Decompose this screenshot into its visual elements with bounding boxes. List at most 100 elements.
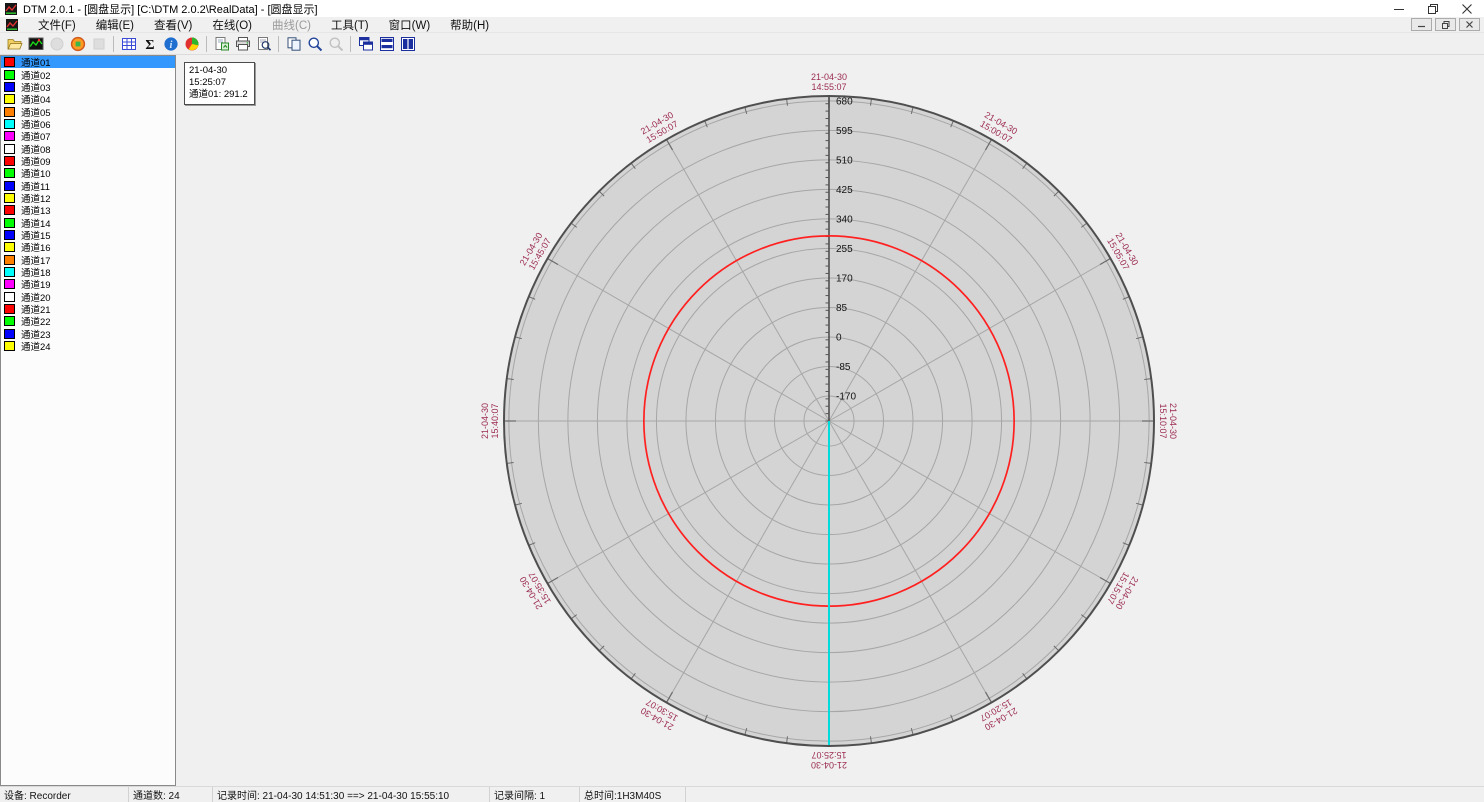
- channel-item-15[interactable]: 通道15: [1, 229, 175, 241]
- magnifier-icon: [307, 36, 323, 52]
- trend-icon: [28, 36, 44, 52]
- mdi-minimize-button[interactable]: [1411, 18, 1432, 31]
- channel-item-22[interactable]: 通道22: [1, 315, 175, 327]
- time-label-date: 21-04-30: [480, 403, 490, 439]
- axis-tick-label: 680: [836, 96, 853, 107]
- toolbar-separator: [113, 36, 114, 52]
- channel-item-21[interactable]: 通道21: [1, 303, 175, 315]
- open-file-button[interactable]: [4, 34, 25, 54]
- menu-view[interactable]: 查看(V): [144, 16, 202, 34]
- pause-button: [46, 34, 67, 54]
- copy-button[interactable]: [283, 34, 304, 54]
- channel-color-chip: [4, 304, 15, 314]
- statusbar-section-5: 总时间:1H3M40S: [580, 787, 686, 802]
- channel-item-1[interactable]: 通道01: [1, 56, 175, 68]
- channel-item-9[interactable]: 通道09: [1, 155, 175, 167]
- channel-item-24[interactable]: 通道24: [1, 340, 175, 352]
- channel-color-chip: [4, 181, 15, 191]
- tile-horizontal-button[interactable]: [376, 34, 397, 54]
- channel-item-4[interactable]: 通道04: [1, 93, 175, 105]
- data-table-button[interactable]: [118, 34, 139, 54]
- table-icon: [121, 36, 137, 52]
- axis-tick-label: 170: [836, 273, 853, 284]
- channel-color-chip: [4, 82, 15, 92]
- channel-color-chip: [4, 193, 15, 203]
- pie-chart-button[interactable]: [181, 34, 202, 54]
- channel-item-23[interactable]: 通道23: [1, 328, 175, 340]
- print-preview-icon: [256, 36, 272, 52]
- toolbar-separator: [278, 36, 279, 52]
- menu-tools[interactable]: 工具(T): [321, 16, 379, 34]
- app-icon: [5, 3, 17, 15]
- channel-item-3[interactable]: 通道03: [1, 81, 175, 93]
- menu-window[interactable]: 窗口(W): [379, 16, 441, 34]
- channel-color-chip: [4, 205, 15, 215]
- mdi-close-button[interactable]: [1459, 18, 1480, 31]
- time-label-time: 15:25:07: [811, 750, 846, 760]
- record-button[interactable]: [67, 34, 88, 54]
- child-window-icon: [6, 19, 18, 31]
- channel-item-5[interactable]: 通道05: [1, 105, 175, 117]
- channel-color-chip: [4, 168, 15, 178]
- info-button[interactable]: i: [160, 34, 181, 54]
- main-window: DTM 2.0.1 - [圆盘显示] [C:\DTM 2.0.2\RealDat…: [0, 0, 1484, 802]
- stop-button: [88, 34, 109, 54]
- minimize-button[interactable]: [1382, 0, 1416, 17]
- channel-item-18[interactable]: 通道18: [1, 266, 175, 278]
- channel-item-8[interactable]: 通道08: [1, 142, 175, 154]
- close-button[interactable]: [1450, 0, 1484, 17]
- zoom-out-button: [325, 34, 346, 54]
- time-label-date: 21-04-30: [811, 760, 847, 770]
- print-button[interactable]: [232, 34, 253, 54]
- zoom-in-button[interactable]: [304, 34, 325, 54]
- cascade-icon: [358, 36, 374, 52]
- menu-edit[interactable]: 编辑(E): [86, 16, 144, 34]
- time-label: 21-04-3015:10:07: [1158, 403, 1178, 439]
- channel-item-17[interactable]: 通道17: [1, 254, 175, 266]
- menu-curve[interactable]: 曲线(C): [262, 16, 321, 34]
- channel-item-6[interactable]: 通道06: [1, 118, 175, 130]
- channel-item-19[interactable]: 通道19: [1, 278, 175, 290]
- cascade-windows-button[interactable]: [355, 34, 376, 54]
- print-preview-button[interactable]: [253, 34, 274, 54]
- export-button[interactable]: [211, 34, 232, 54]
- channel-color-chip: [4, 341, 15, 351]
- axis-tick-label: 595: [836, 126, 853, 137]
- statusbar-section-6: [686, 787, 1484, 802]
- channel-color-chip: [4, 107, 15, 117]
- statistics-button[interactable]: Σ: [139, 34, 160, 54]
- channel-item-10[interactable]: 通道10: [1, 167, 175, 179]
- svg-text:i: i: [169, 40, 172, 51]
- time-label: 21-04-3015:40:07: [480, 403, 500, 439]
- tooltip-time: 15:25:07: [189, 77, 248, 89]
- menu-help[interactable]: 帮助(H): [440, 16, 499, 34]
- channel-item-12[interactable]: 通道12: [1, 192, 175, 204]
- mdi-restore-button[interactable]: [1435, 18, 1456, 31]
- magnifier-dim-icon: [328, 36, 344, 52]
- menu-online[interactable]: 在线(O): [202, 16, 262, 34]
- channel-item-11[interactable]: 通道11: [1, 179, 175, 191]
- axis-tick-label: 510: [836, 155, 853, 166]
- channel-item-13[interactable]: 通道13: [1, 204, 175, 216]
- toolbar: Σi: [0, 33, 1484, 55]
- channel-item-7[interactable]: 通道07: [1, 130, 175, 142]
- channel-color-chip: [4, 230, 15, 240]
- statusbar-section-4: 记录间隔: 1: [490, 787, 580, 802]
- channel-color-chip: [4, 267, 15, 277]
- channel-color-chip: [4, 329, 15, 339]
- time-label-time: 15:10:07: [1158, 403, 1168, 438]
- channel-color-chip: [4, 255, 15, 265]
- channel-item-2[interactable]: 通道02: [1, 68, 175, 80]
- restore-button[interactable]: [1416, 0, 1450, 17]
- channel-color-chip: [4, 144, 15, 154]
- channel-item-14[interactable]: 通道14: [1, 216, 175, 228]
- open-folder-icon: [7, 36, 23, 52]
- realtime-curve-button[interactable]: [25, 34, 46, 54]
- channel-item-20[interactable]: 通道20: [1, 291, 175, 303]
- channel-item-16[interactable]: 通道16: [1, 241, 175, 253]
- titlebar: DTM 2.0.1 - [圆盘显示] [C:\DTM 2.0.2\RealDat…: [0, 0, 1484, 17]
- tile-vertical-button[interactable]: [397, 34, 418, 54]
- statusbar-section-3: 记录时间: 21-04-30 14:51:30 ==> 21-04-30 15:…: [213, 787, 490, 802]
- tooltip-channel-value: 通道01: 291.2: [189, 89, 248, 101]
- menu-file[interactable]: 文件(F): [28, 16, 86, 34]
